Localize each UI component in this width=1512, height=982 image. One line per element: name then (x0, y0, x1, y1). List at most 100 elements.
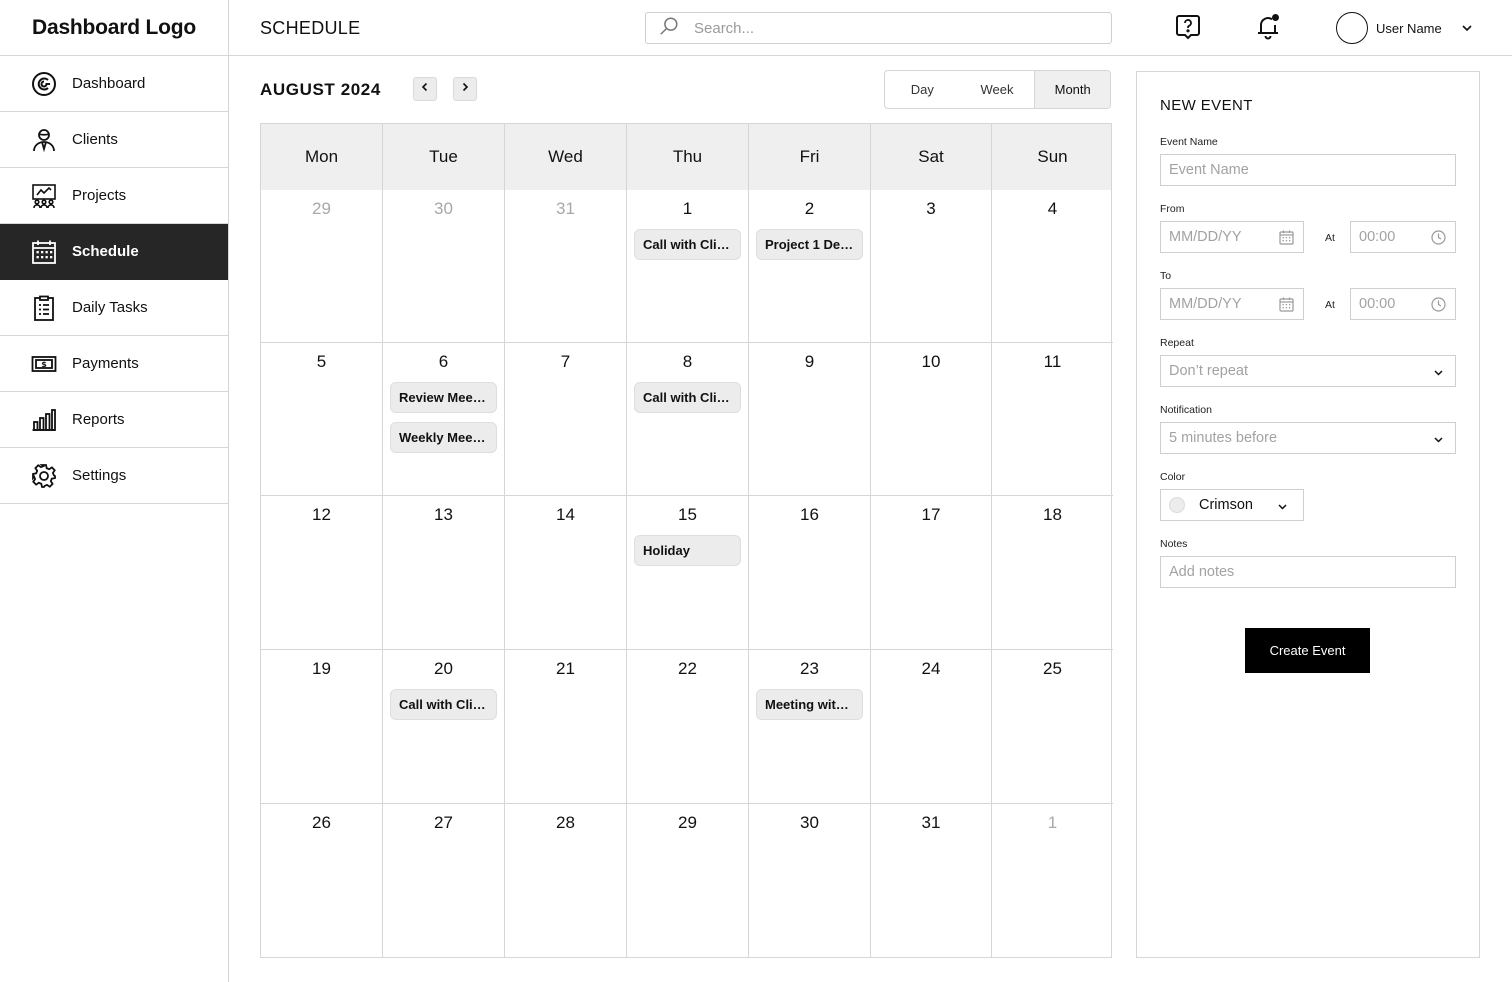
weekday-label: Tue (383, 124, 505, 190)
day-cell[interactable]: 24 (871, 650, 992, 804)
day-cell[interactable]: 8 Call with Clie... (627, 343, 749, 496)
create-event-button[interactable]: Create Event (1245, 628, 1370, 673)
day-number: 22 (678, 659, 697, 678)
day-number: 25 (1043, 659, 1062, 678)
sidebar-item-dashboard[interactable]: Dashboard (0, 56, 228, 112)
day-cell[interactable]: 22 (627, 650, 749, 804)
day-cell[interactable]: 13 (383, 496, 505, 650)
prev-month-button[interactable] (413, 77, 437, 101)
day-cell[interactable]: 25 (992, 650, 1113, 804)
day-cell[interactable]: 20 Call with Clie... (383, 650, 505, 804)
help-icon[interactable] (1174, 13, 1202, 41)
day-cell[interactable]: 27 (383, 804, 505, 957)
weekday-label: Thu (627, 124, 749, 190)
day-cell[interactable]: 23 Meeting with... (749, 650, 871, 804)
search-input[interactable] (694, 19, 1094, 37)
to-at-label: At (1325, 299, 1335, 311)
day-cell[interactable]: 26 (261, 804, 383, 957)
sidebar-item-reports[interactable]: Reports (0, 392, 228, 448)
notes-field[interactable] (1160, 556, 1456, 588)
view-option-day[interactable]: Day (885, 71, 960, 108)
event-title: Holiday (643, 543, 690, 558)
day-cell[interactable]: 31 (871, 804, 992, 957)
view-toggle: Day Week Month (884, 70, 1111, 109)
search-bar[interactable] (645, 12, 1112, 44)
day-cell[interactable]: 9 (749, 343, 871, 496)
to-date-field[interactable] (1160, 288, 1304, 320)
day-cell[interactable]: 1 Call with Clie... (627, 190, 749, 343)
sidebar-item-payments[interactable]: $ Payments (0, 336, 228, 392)
next-month-button[interactable] (453, 77, 477, 101)
sidebar-item-projects[interactable]: Projects (0, 168, 228, 224)
sidebar-item-settings[interactable]: Settings (0, 448, 228, 504)
day-cell[interactable]: 7 (505, 343, 627, 496)
day-cell[interactable]: 18 (992, 496, 1113, 650)
from-time-field[interactable] (1350, 221, 1456, 253)
notification-label: Notification (1160, 404, 1212, 416)
weekday-label: Wed (505, 124, 627, 190)
day-number: 8 (682, 352, 693, 371)
sidebar-item-clients[interactable]: Clients (0, 112, 228, 168)
view-option-month[interactable]: Month (1034, 71, 1110, 108)
day-cell[interactable]: 19 (261, 650, 383, 804)
day-cell[interactable]: 14 (505, 496, 627, 650)
day-cell[interactable]: 21 (505, 650, 627, 804)
day-cell[interactable]: 6 Review Meeti... Weekly Meeti... (383, 343, 505, 496)
view-option-week[interactable]: Week (960, 71, 1035, 108)
day-number: 10 (921, 352, 941, 371)
day-cell[interactable]: 29 (261, 190, 383, 343)
day-cell[interactable]: 12 (261, 496, 383, 650)
sidebar-item-schedule[interactable]: Schedule (0, 224, 228, 280)
event-name-field[interactable] (1160, 154, 1456, 186)
from-date-field[interactable] (1160, 221, 1304, 253)
day-cell[interactable]: 15 Holiday (627, 496, 749, 650)
event-title: Meeting with... (765, 697, 854, 712)
day-cell[interactable]: 17 (871, 496, 992, 650)
event-chip[interactable]: Review Meeti... (390, 382, 497, 413)
day-cell[interactable]: 4 (992, 190, 1113, 343)
weekday-label: Sun (1037, 147, 1068, 166)
event-name-input[interactable] (1169, 162, 1455, 178)
chevron-down-icon (1274, 498, 1291, 515)
sidebar-item-label: Payments (72, 355, 139, 372)
event-chip[interactable]: Call with Clie... (634, 382, 741, 413)
weekday-header: Mon Tue Wed Thu Fri Sat Sun (261, 124, 1111, 190)
event-chip[interactable]: Holiday (634, 535, 741, 566)
notification-bell-icon[interactable] (1254, 13, 1282, 41)
to-time-field[interactable] (1350, 288, 1456, 320)
day-number: 26 (312, 813, 331, 832)
event-chip[interactable]: Call with Clie... (634, 229, 741, 260)
day-cell[interactable]: 3 (871, 190, 992, 343)
day-number: 15 (678, 505, 697, 524)
event-chip[interactable]: Project 1 Dea... (756, 229, 863, 260)
event-chip[interactable]: Meeting with... (756, 689, 863, 720)
sidebar-item-daily-tasks[interactable]: Daily Tasks (0, 280, 228, 336)
repeat-select[interactable]: Don’t repeat (1160, 355, 1456, 387)
day-cell[interactable]: 5 (261, 343, 383, 496)
day-cell[interactable]: 10 (871, 343, 992, 496)
color-value: Crimson (1199, 497, 1253, 513)
day-number: 5 (316, 352, 327, 371)
clock-icon (1430, 296, 1447, 313)
day-cell[interactable]: 11 (992, 343, 1113, 496)
user-menu[interactable]: User Name (1336, 12, 1474, 44)
notification-select[interactable]: 5 minutes before (1160, 422, 1456, 454)
notification-value: 5 minutes before (1169, 430, 1278, 446)
event-chip[interactable]: Weekly Meeti... (390, 422, 497, 453)
notes-input[interactable] (1169, 564, 1455, 580)
day-cell[interactable]: 2 Project 1 Dea... (749, 190, 871, 343)
event-title: Call with Clie... (643, 390, 732, 405)
day-cell[interactable]: 29 (627, 804, 749, 957)
day-cell[interactable]: 31 (505, 190, 627, 343)
day-number: 31 (556, 199, 575, 218)
day-cell[interactable]: 30 (383, 190, 505, 343)
event-chip[interactable]: Call with Clie... (390, 689, 497, 720)
sidebar-item-label: Schedule (72, 243, 139, 260)
day-cell[interactable]: 1 (992, 804, 1113, 957)
color-label: Color (1160, 471, 1186, 483)
day-cell[interactable]: 28 (505, 804, 627, 957)
color-select[interactable]: Crimson (1160, 489, 1304, 521)
day-cell[interactable]: 16 (749, 496, 871, 650)
day-cell[interactable]: 30 (749, 804, 871, 957)
day-number: 23 (800, 659, 819, 678)
